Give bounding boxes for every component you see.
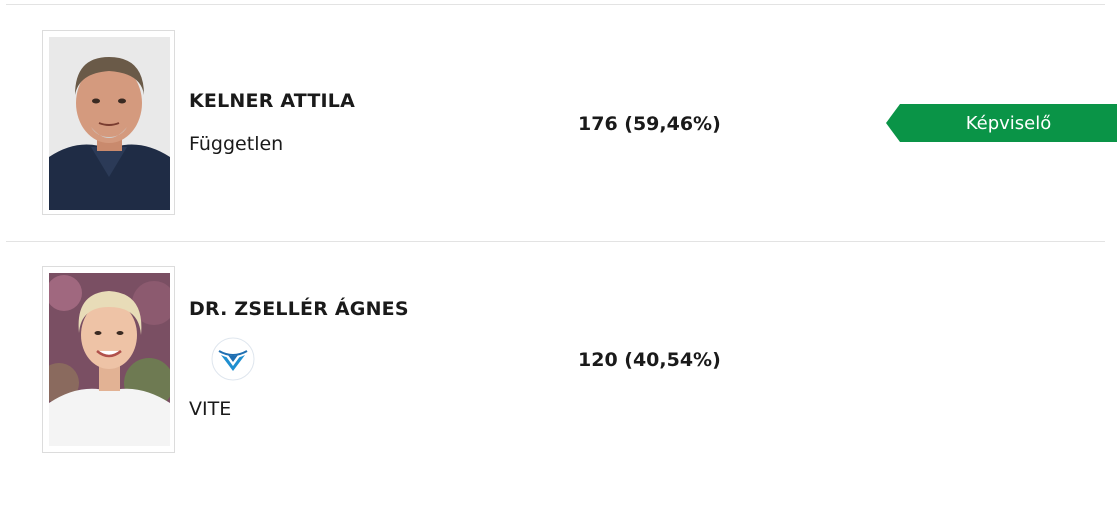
candidate-photo-frame xyxy=(42,266,175,453)
vite-logo-icon xyxy=(211,337,255,381)
candidate-party: VITE xyxy=(189,398,232,420)
candidate-row: DR. ZSELLÉR ÁGNES VITE 120 (40,54%) xyxy=(0,0,1117,517)
election-results: KELNER ATTILA Független 176 (59,46%) Kép… xyxy=(0,0,1117,517)
candidate-votes: 120 (40,54%) xyxy=(578,349,721,371)
candidate-photo xyxy=(49,273,170,446)
candidate-name: DR. ZSELLÉR ÁGNES xyxy=(189,298,409,320)
